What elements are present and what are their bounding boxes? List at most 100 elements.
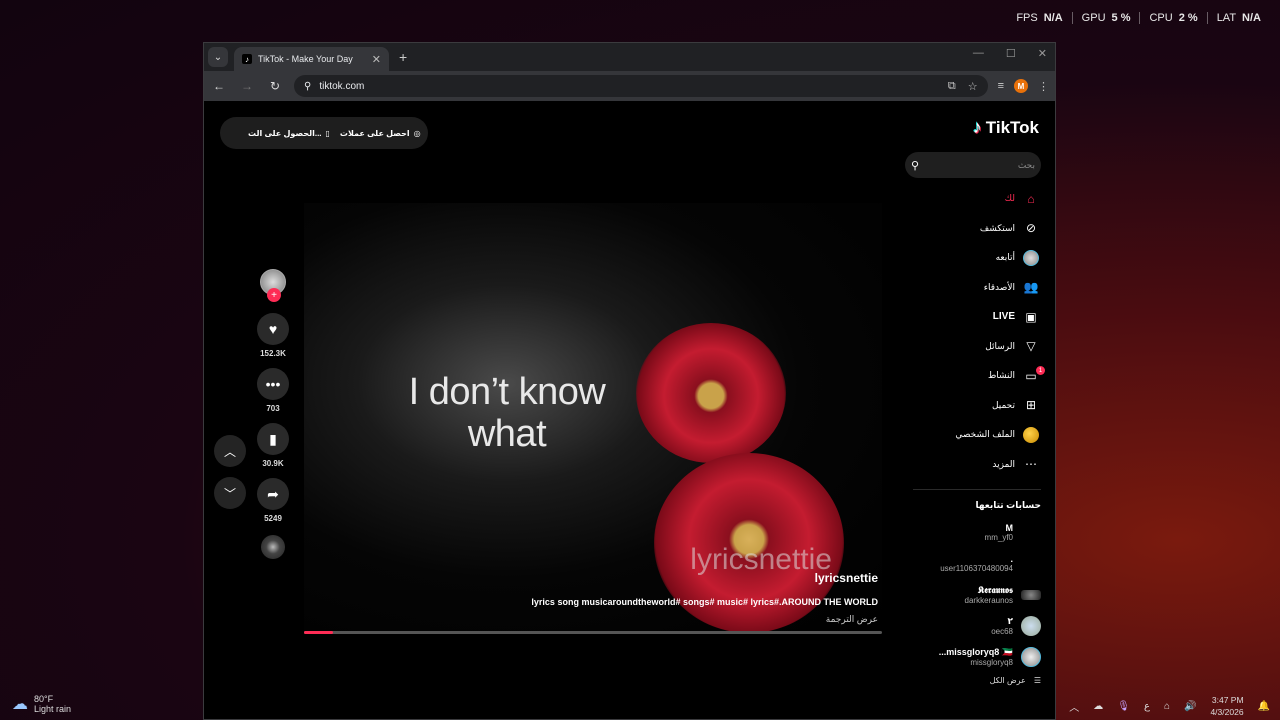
video-player[interactable]: I don’t know what lyricsnettie lyricsnet… [304,203,882,633]
compass-icon: ⊘ [1025,221,1037,236]
sidebar-item-live[interactable]: ▣ LIVE [905,302,1041,332]
media-controls-icon[interactable]: ≡ [998,80,1004,92]
upload-icon: ⊞ [1025,398,1037,413]
sidebar-item-for-you[interactable]: ⌂ لك [905,184,1041,214]
perf-gpu: GPU 5 % [1071,12,1140,24]
search-icon[interactable]: ⚲ [911,159,919,172]
perf-cpu: CPU 2 % [1139,12,1206,24]
reload-button[interactable]: ↻ [266,79,284,93]
like-button[interactable]: ♥ [257,313,289,345]
home-icon: ⌂ [1027,191,1035,206]
install-app-icon[interactable]: ⧉ [948,80,956,93]
sidebar-item-more[interactable]: ⋯ المزيد [905,450,1041,480]
account-avatar [1021,554,1041,574]
following-account[interactable]: . user1106370480094 [905,548,1041,579]
address-bar[interactable]: ⚲ tiktok.com ⧉ ☆ [294,75,988,97]
see-all-button[interactable]: ☰ عرض الكل [905,676,1041,685]
perf-fps: FPS N/A [1016,12,1063,24]
feed-navigation: ︿ ﹀ [214,435,246,509]
sidebar-item-messages[interactable]: ▽ الرسائل [905,332,1041,362]
following-account[interactable]: 𝕶𝖊𝖗𝖆𝖚𝖓𝖔𝖘 darkkeraunos [905,579,1041,610]
browser-window: ⌄ ♪ TikTok - Make Your Day ✕ + — ☐ ✕ ← →… [203,42,1056,720]
save-count: 30.9K [262,459,284,468]
tab-strip: ⌄ ♪ TikTok - Make Your Day ✕ + — ☐ ✕ [204,43,1055,71]
share-icon: ➦ [267,485,279,502]
video-progress-fill [304,631,333,634]
video-progress-bar[interactable] [304,631,882,634]
wifi-icon[interactable]: ⌂ [1164,701,1170,712]
sidebar-item-profile[interactable]: الملف الشخصي [905,420,1041,450]
rain-cloud-icon: ☁ [12,696,28,713]
live-icon: ▣ [1025,309,1037,324]
tray-overflow-icon[interactable]: ︿ [1069,699,1079,714]
profile-avatar[interactable]: M [1014,79,1028,93]
weather-widget[interactable]: ☁ 80°F Light rain [12,694,71,714]
following-account[interactable]: M mm_yf0 [905,517,1041,548]
tiktok-logo[interactable]: ♪ TikTok [905,117,1041,138]
sidebar-item-upload[interactable]: ⊞ تحميل [905,391,1041,421]
taskbar-clock[interactable]: 3:47 PM 4/3/2026 [1210,694,1243,718]
account-avatar [1021,589,1041,600]
site-info-icon[interactable]: ⚲ [304,81,311,92]
share-count: 5249 [264,514,282,523]
video-author[interactable]: lyricsnettie [815,571,878,585]
comment-button[interactable]: ••• [257,368,289,400]
back-button[interactable]: ← [210,79,228,93]
share-button[interactable]: ➦ [257,478,289,510]
flower-image-top [636,323,786,463]
forward-button[interactable]: → [238,79,256,93]
tiktok-note-icon: ♪ [972,117,982,137]
notifications-icon[interactable]: 🔔 [1258,701,1270,712]
account-avatar [1021,615,1041,636]
new-tab-button[interactable]: + [399,49,407,65]
more-icon: ⋯ [1025,457,1037,472]
close-tab-icon[interactable]: ✕ [372,53,381,66]
video-actions: + ♥ 152.3K ••• 703 ▮ 30.9K ➦ 5249 [256,269,290,559]
following-account[interactable]: missgloryq8 🇰🇼... missgloryq8 [905,641,1041,672]
close-window-button[interactable]: ✕ [1038,47,1047,60]
sidebar-item-following[interactable]: أتابعه [905,243,1041,273]
music-disc-icon[interactable] [261,535,285,559]
following-account[interactable]: ٢ oec68 [905,610,1041,641]
save-button[interactable]: ▮ [257,423,289,455]
send-icon: ▽ [1026,339,1036,354]
account-avatar [1021,646,1041,667]
creator-avatar[interactable]: + [260,269,286,302]
search-input[interactable]: بحث ⚲ [905,152,1041,178]
browser-menu-icon[interactable]: ⋮ [1038,80,1049,93]
minimize-button[interactable]: — [973,47,984,60]
friends-icon: 👥 [1023,280,1039,295]
system-tray: ︿ ☁ 🎙 ع ⌂ 🔊 3:47 PM 4/3/2026 🔔 [1069,694,1270,718]
sidebar-item-friends[interactable]: 👥 الأصدقاء [905,273,1041,303]
tiktok-favicon-icon: ♪ [242,54,252,64]
performance-overlay: FPS N/A GPU 5 % CPU 2 % LAT N/A [1007,12,1270,24]
sidebar-item-activity[interactable]: ▭ 1 النشاط [905,361,1045,391]
video-description: lyrics song musicaroundtheworld# songs# … [531,597,878,607]
tab-search-button[interactable]: ⌄ [208,47,228,67]
previous-video-button[interactable]: ︿ [214,435,246,467]
volume-icon[interactable]: 🔊 [1184,701,1196,712]
get-app-button[interactable]: الحصول على الت... ▯ [248,129,330,138]
top-actions-pill: الحصول على الت... ▯ احصل على عملات ◎ [220,117,428,149]
video-lyric-text: I don’t know what [408,371,606,455]
get-coins-button[interactable]: احصل على عملات ◎ [340,129,421,138]
follow-plus-icon[interactable]: + [267,288,281,302]
tab-tiktok[interactable]: ♪ TikTok - Make Your Day ✕ [234,47,389,71]
profile-icon [1023,426,1039,443]
url-text: tiktok.com [319,80,365,92]
browser-toolbar: ← → ↻ ⚲ tiktok.com ⧉ ☆ ≡ M ⋮ [204,71,1055,101]
next-video-button[interactable]: ﹀ [214,477,246,509]
translate-link[interactable]: عرض الترجمة [826,614,878,625]
activity-badge: 1 [1036,366,1045,376]
bookmark-star-icon[interactable]: ☆ [968,80,978,93]
sidebar-item-explore[interactable]: ⊘ استكشف [905,214,1041,244]
comment-icon: ••• [265,376,281,392]
network-status-icon[interactable]: ☁ [1093,701,1103,712]
microphone-icon[interactable]: 🎙 [1117,701,1130,712]
tab-title: TikTok - Make Your Day [258,54,353,64]
comment-count: 703 [266,404,280,413]
list-icon: ☰ [1033,676,1041,685]
input-language[interactable]: ع [1144,701,1150,712]
maximize-button[interactable]: ☐ [1006,47,1016,60]
sidebar-menu: ⌂ لك ⊘ استكشف أتابعه 👥 الأصدقاء ▣ LIVE ▽… [905,184,1045,480]
